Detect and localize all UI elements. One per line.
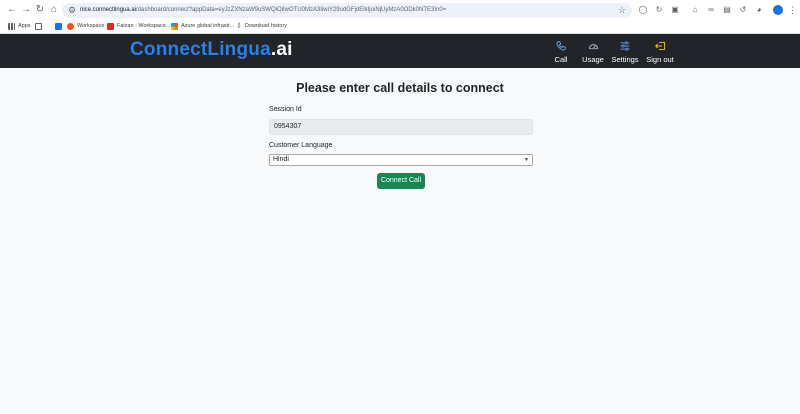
workspace-icon [67, 22, 74, 30]
connect-call-button[interactable]: Connect Call [377, 173, 425, 189]
bookmark-item[interactable]: ⇩ Download history [236, 20, 287, 32]
chevron-down-icon: ▼ [524, 157, 529, 163]
bookmark-item[interactable]: Apps [8, 20, 31, 32]
extension-icon[interactable]: ◕ [754, 5, 764, 15]
nav-item-sign-out[interactable]: Sign out [646, 39, 674, 65]
nav-label-sign-out: Sign out [646, 55, 674, 64]
nav-item-call[interactable]: Call [551, 39, 571, 65]
reload-icon[interactable]: ↻ [34, 4, 46, 16]
url-host: nice.connectlingua.ai [80, 7, 137, 13]
brand-name: ConnectLingua [130, 39, 271, 60]
tab-search-icon[interactable]: ▤ [722, 5, 732, 15]
bookmark-folder-icon [35, 22, 42, 30]
bookmark-item[interactable]: Faizan - Workspace... [107, 20, 170, 32]
faizan-workspace-icon [107, 22, 114, 30]
nav-item-usage[interactable]: Usage [582, 39, 604, 65]
back-icon[interactable]: ← [6, 4, 18, 16]
bookmark-star-icon[interactable]: ☆ [618, 4, 626, 17]
extension-icon[interactable]: ⌂ [690, 5, 700, 15]
nav-item-settings[interactable]: Settings [611, 39, 639, 65]
bookmark-item[interactable] [35, 20, 42, 32]
link-icon[interactable]: ∞ [706, 5, 716, 15]
session-id-label: Session Id [269, 106, 302, 113]
customer-language-value: Hindi [273, 156, 289, 163]
extension-icon[interactable]: ◯ [638, 5, 648, 15]
bookmark-item[interactable]: Azure global infrastr... [171, 20, 234, 32]
browser-chrome: ← → ↻ ⌂ ⚙ nice.connectlingua.ai/dashboar… [0, 0, 800, 34]
bookmark-label: Workspace [77, 23, 105, 29]
forward-icon[interactable]: → [20, 4, 32, 16]
nav-label-settings: Settings [611, 55, 639, 64]
extensions-puzzle-icon[interactable]: ▣ [670, 5, 680, 15]
bookmark-label: Download history [244, 23, 288, 29]
customer-language-label: Customer Language [269, 142, 333, 149]
session-id-field[interactable]: 0954307 [269, 119, 533, 135]
history-icon[interactable]: ↺ [738, 5, 748, 15]
sliders-icon [618, 39, 632, 52]
download-icon: ⇩ [236, 23, 242, 30]
brand-logo[interactable]: ConnectLingua.ai [130, 39, 293, 61]
azure-icon [171, 22, 178, 30]
home-icon[interactable]: ⌂ [48, 4, 60, 16]
bookmark-item[interactable] [55, 20, 62, 32]
site-info-icon[interactable]: ⚙ [68, 4, 76, 17]
apps-grid-icon [8, 22, 15, 30]
gauge-icon [586, 39, 600, 52]
bookmark-item[interactable]: Workspace [67, 20, 104, 32]
app-navbar: ConnectLingua.ai Call Usage Settings Sig… [0, 34, 800, 68]
address-row: ← → ↻ ⌂ ⚙ nice.connectlingua.ai/dashboar… [0, 2, 800, 18]
kebab-menu-icon[interactable]: ⋮ [788, 4, 797, 16]
nav-label-usage: Usage [582, 55, 604, 64]
brand-suffix: .ai [270, 39, 293, 60]
profile-avatar[interactable] [773, 5, 783, 15]
bookmark-label: Apps [18, 23, 31, 29]
url-path: /dashboard/connect?appData=eyJzZXNzaW9uS… [136, 7, 447, 13]
sign-out-icon [653, 39, 667, 52]
bookmark-label: Azure global infrastr... [181, 23, 235, 29]
customer-language-select[interactable]: Hindi ▼ [269, 154, 533, 166]
phone-icon [554, 39, 568, 52]
bookmarks-bar: Apps Workspace Faizan - Workspace... Azu… [0, 19, 800, 33]
address-bar[interactable]: ⚙ nice.connectlingua.ai/dashboard/connec… [62, 3, 632, 18]
nav-label-call: Call [554, 55, 568, 64]
bookmark-label: Faizan - Workspace... [117, 23, 171, 29]
page-title: Please enter call details to connect [296, 81, 504, 95]
extension-icon[interactable]: ↻ [654, 5, 664, 15]
bookmark-icon [55, 22, 62, 30]
url-text[interactable]: nice.connectlingua.ai/dashboard/connect?… [80, 3, 610, 18]
